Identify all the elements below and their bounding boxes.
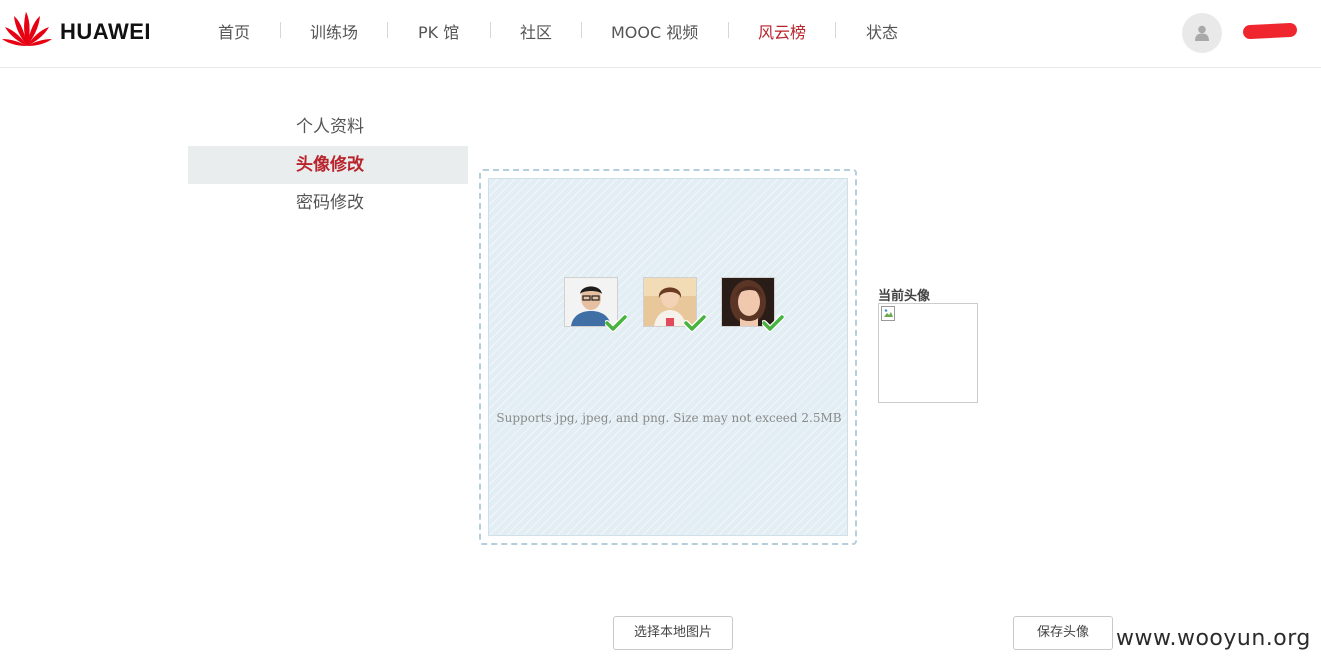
avatar-upload-dropzone[interactable]: Supports jpg, jpeg, and png. Size may no…	[479, 169, 857, 545]
huawei-flower-icon	[2, 12, 52, 46]
choose-local-image-button[interactable]: 选择本地图片	[613, 616, 733, 650]
green-check-icon	[762, 314, 784, 332]
upload-format-hint: Supports jpg, jpeg, and png. Size may no…	[496, 411, 842, 425]
nav-separator	[728, 22, 729, 38]
broken-image-icon	[881, 306, 895, 321]
nav-item-training[interactable]: 训练场	[310, 19, 358, 43]
watermark-text: www.wooyun.org	[1116, 626, 1311, 651]
nav-item-leaderboard[interactable]: 风云榜	[758, 19, 806, 43]
side-item-profile[interactable]: 个人资料	[188, 108, 468, 146]
current-avatar-label: 当前头像	[878, 289, 931, 304]
side-item-label: 头像修改	[296, 155, 364, 175]
green-check-icon	[605, 314, 627, 332]
side-item-password[interactable]: 密码修改	[188, 184, 468, 222]
nav-separator	[387, 22, 388, 38]
nav-separator	[490, 22, 491, 38]
sample-avatar	[643, 277, 706, 332]
nav-separator	[835, 22, 836, 38]
brand-name: HUAWEI	[60, 19, 151, 44]
user-avatar[interactable]	[1182, 13, 1222, 53]
top-header: HUAWEI 首页 训练场 PK 馆 社区 MOOC 视频 风云榜 状态	[0, 0, 1321, 68]
green-check-icon	[684, 314, 706, 332]
username-redacted[interactable]	[1242, 22, 1298, 40]
side-item-label: 密码修改	[296, 193, 364, 213]
side-item-avatar[interactable]: 头像修改	[188, 146, 468, 184]
huawei-logo[interactable]: HUAWEI	[0, 6, 170, 52]
save-avatar-button[interactable]: 保存头像	[1013, 616, 1113, 650]
nav-item-home[interactable]: 首页	[218, 19, 250, 43]
nav-item-status[interactable]: 状态	[866, 19, 898, 43]
nav-separator	[581, 22, 582, 38]
sample-avatar	[564, 277, 627, 332]
sample-avatar	[721, 277, 784, 332]
user-silhouette-icon	[1195, 25, 1209, 41]
nav-item-mooc[interactable]: MOOC 视频	[611, 19, 698, 43]
side-item-label: 个人资料	[296, 117, 364, 137]
nav-item-pk[interactable]: PK 馆	[418, 19, 459, 43]
nav-separator	[280, 22, 281, 38]
nav-item-community[interactable]: 社区	[520, 19, 552, 43]
upload-area[interactable]: Supports jpg, jpeg, and png. Size may no…	[488, 178, 848, 536]
current-avatar-preview	[878, 303, 978, 403]
